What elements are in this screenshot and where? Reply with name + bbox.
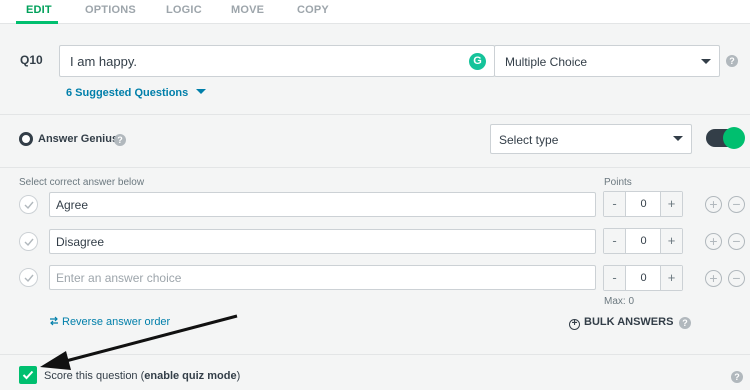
section-divider [0, 354, 750, 355]
remove-answer-minus-icon[interactable]: − [728, 233, 745, 250]
score-label-bold: enable quiz mode [144, 370, 237, 382]
help-icon[interactable]: ? [731, 371, 743, 383]
points-header-label: Points [604, 177, 632, 188]
question-number: Q10 [20, 53, 43, 67]
points-stepper: - 0 + [603, 265, 683, 291]
score-label-suffix: ) [236, 370, 241, 382]
bulk-answers-button[interactable]: + BULK ANSWERS [569, 316, 673, 330]
section-divider [0, 114, 750, 115]
answer-genius-type-value: Select type [499, 133, 559, 147]
bulk-add-icon: + [569, 319, 580, 330]
check-icon [24, 274, 34, 283]
correct-answer-toggle[interactable] [19, 268, 38, 287]
toggle-knob [723, 127, 745, 149]
active-tab-indicator [16, 21, 58, 24]
section-divider [0, 167, 750, 168]
answers-header-label: Select correct answer below [19, 177, 145, 188]
points-stepper: - 0 + [603, 228, 683, 254]
score-question-label: Score this question (enable quiz mode) [44, 370, 240, 382]
check-icon [24, 238, 34, 247]
checkbox-check-icon [22, 370, 34, 380]
score-question-checkbox[interactable] [19, 366, 37, 384]
question-text-value: I am happy. [70, 54, 137, 69]
tab-move[interactable]: MOVE [231, 4, 264, 16]
answer-genius-label: Answer Genius [38, 133, 119, 145]
points-stepper: - 0 + [603, 191, 683, 217]
grammarly-icon[interactable]: G [469, 53, 486, 70]
tab-edit[interactable]: EDIT [26, 4, 52, 16]
question-type-value: Multiple Choice [505, 55, 588, 69]
plus-icon[interactable]: + [660, 229, 682, 253]
add-answer-plus-icon[interactable]: + [705, 196, 722, 213]
help-icon[interactable]: ? [114, 134, 126, 146]
minus-icon[interactable]: - [604, 229, 626, 253]
check-icon [24, 201, 34, 210]
points-value[interactable]: 0 [627, 198, 660, 210]
score-label-prefix: Score this question ( [44, 370, 145, 382]
suggested-questions-link[interactable]: 6 Suggested Questions [66, 87, 207, 99]
add-answer-plus-icon[interactable]: + [705, 270, 722, 287]
answer-genius-toggle[interactable] [706, 127, 745, 149]
chevron-down-icon [701, 59, 711, 64]
answer-genius-icon [19, 132, 33, 146]
question-text-input[interactable]: I am happy. G [59, 45, 495, 77]
question-type-select[interactable]: Multiple Choice [494, 45, 720, 77]
correct-answer-toggle[interactable] [19, 232, 38, 251]
answer-choice-input[interactable]: Agree [49, 192, 596, 217]
plus-icon[interactable]: + [660, 192, 682, 216]
reverse-icon [50, 316, 58, 326]
remove-answer-minus-icon[interactable]: − [728, 270, 745, 287]
minus-icon[interactable]: - [604, 266, 626, 290]
minus-icon[interactable]: - [604, 192, 626, 216]
answer-choice-value: Disagree [56, 235, 105, 249]
reverse-answer-order-label: Reverse answer order [62, 316, 171, 328]
question-tab-bar: EDIT OPTIONS LOGIC MOVE COPY [0, 0, 750, 24]
answer-genius-type-select[interactable]: Select type [490, 124, 692, 154]
chevron-down-icon [196, 89, 207, 94]
max-points-label: Max: 0 [604, 296, 635, 307]
correct-answer-toggle[interactable] [19, 195, 38, 214]
suggested-questions-label: 6 Suggested Questions [66, 87, 189, 99]
tab-copy[interactable]: COPY [297, 4, 329, 16]
points-value[interactable]: 0 [627, 235, 660, 247]
reverse-answer-order-link[interactable]: Reverse answer order [49, 316, 170, 328]
answer-choice-input[interactable]: Enter an answer choice [49, 265, 596, 290]
help-icon[interactable]: ? [726, 55, 738, 67]
add-answer-plus-icon[interactable]: + [705, 233, 722, 250]
tab-options[interactable]: OPTIONS [85, 4, 136, 16]
answer-choice-value: Agree [56, 198, 89, 212]
answer-choice-input[interactable]: Disagree [49, 229, 596, 254]
bulk-answers-label: BULK ANSWERS [584, 316, 674, 328]
points-value[interactable]: 0 [627, 272, 660, 284]
answer-choice-placeholder: Enter an answer choice [56, 271, 182, 285]
help-icon[interactable]: ? [679, 317, 691, 329]
remove-answer-minus-icon[interactable]: − [728, 196, 745, 213]
tab-logic[interactable]: LOGIC [166, 4, 202, 16]
chevron-down-icon [673, 136, 683, 141]
plus-icon[interactable]: + [660, 266, 682, 290]
